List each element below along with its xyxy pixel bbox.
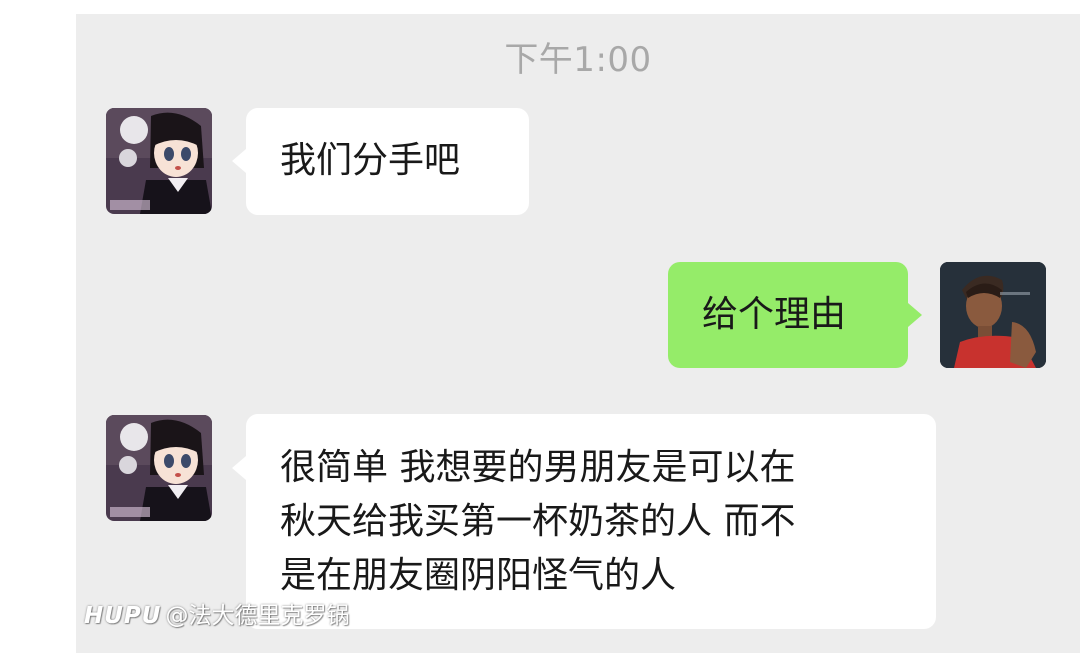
bubble-tail: [908, 303, 922, 327]
watermark-brand: HUPU: [84, 603, 162, 629]
message-bubble-incoming[interactable]: 我们分手吧: [246, 108, 529, 215]
watermark: HUPU @法大德里克罗锅: [84, 596, 349, 630]
message-text-line: 秋天给我买第一杯奶茶的人 而不: [280, 501, 796, 542]
contact-avatar[interactable]: [106, 108, 212, 214]
contact-avatar[interactable]: [106, 415, 212, 521]
message-bubble-outgoing[interactable]: 给个理由: [668, 262, 908, 368]
bubble-tail: [232, 456, 246, 480]
message-text: 我们分手吧: [280, 140, 461, 181]
message-bubble-incoming[interactable]: 很简单 我想要的男朋友是可以在 秋天给我买第一杯奶茶的人 而不 是在朋友圈阴阳怪…: [246, 414, 936, 629]
message-text-line: 是在朋友圈阴阳怪气的人: [280, 555, 677, 596]
message-text-line: 很简单 我想要的男朋友是可以在: [280, 447, 796, 488]
bubble-tail: [232, 149, 246, 173]
user-avatar[interactable]: [940, 262, 1046, 368]
watermark-handle: @法大德里克罗锅: [165, 603, 350, 629]
message-text: 给个理由: [702, 294, 847, 335]
message-timestamp: 下午1:00: [504, 40, 652, 80]
